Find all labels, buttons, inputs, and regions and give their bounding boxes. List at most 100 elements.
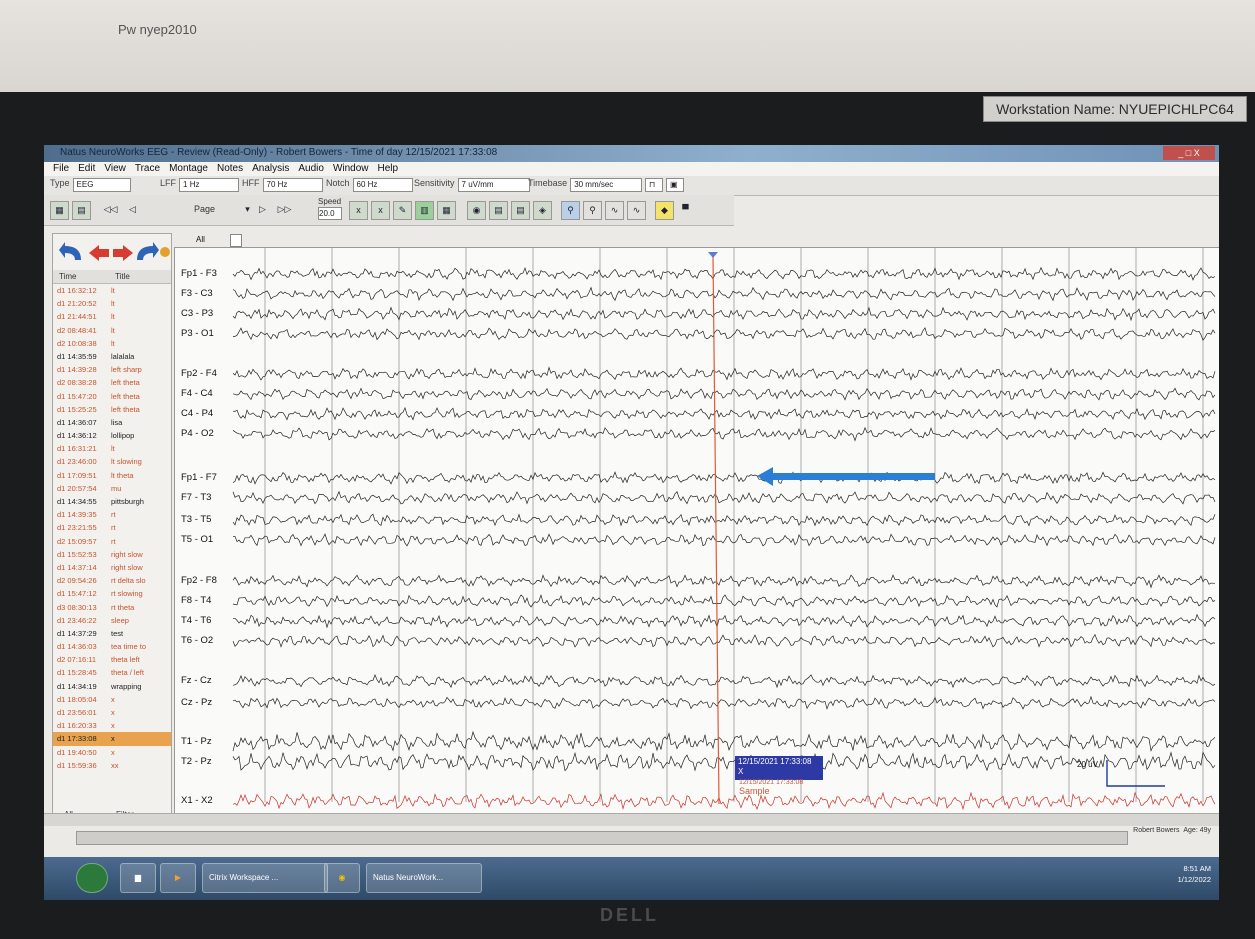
fast-forward-icon[interactable]: ▷▷ — [276, 201, 293, 218]
event-row[interactable]: d1 14:39:28 left sharp — [53, 363, 171, 376]
cursor-tool-icon[interactable]: x — [349, 201, 368, 220]
event-row[interactable]: d1 20:57:54 mu — [53, 482, 171, 495]
event-row[interactable]: d3 08:30:13 rt theta — [53, 601, 171, 614]
record-timeline[interactable] — [76, 831, 1128, 845]
menu-notes[interactable]: Notes — [217, 162, 243, 176]
event-row[interactable]: d1 14:35:59 lalalala — [53, 350, 171, 363]
lff-select[interactable]: 1 Hz — [179, 178, 240, 192]
explorer-icon[interactable]: ▆ — [120, 863, 156, 893]
event-row[interactable]: d1 19:40:50 x — [53, 746, 171, 759]
channel-label[interactable]: T1 - Pz — [181, 736, 212, 747]
window-controls[interactable]: _ □ X — [1163, 146, 1215, 160]
window-titlebar[interactable]: Natus NeuroWorks EEG - Review (Read-Only… — [44, 145, 1219, 162]
channel-label[interactable]: Fp2 - F4 — [181, 368, 217, 379]
event-row[interactable]: d1 18:05:04 x — [53, 693, 171, 706]
event-row[interactable]: d1 17:33:08 x — [53, 732, 171, 746]
channel-label[interactable]: T2 - Pz — [181, 756, 212, 767]
taskbar-citrix[interactable]: Citrix Workspace ... — [202, 863, 328, 893]
spike-icon[interactable]: ◈ — [533, 201, 552, 220]
print-icon[interactable]: ▤ — [489, 201, 508, 220]
menu-window[interactable]: Window — [333, 162, 369, 176]
channel-label[interactable]: F4 - C4 — [181, 388, 213, 399]
video-icon[interactable]: ◉ — [467, 201, 486, 220]
camera-icon[interactable]: ▣ — [666, 178, 684, 192]
channel-label[interactable]: F8 - T4 — [181, 595, 211, 606]
monitor-icon[interactable]: ▀ — [677, 201, 694, 218]
waveform-icon[interactable]: ∿ — [605, 201, 624, 220]
event-row[interactable]: d2 10:08:38 lt — [53, 337, 171, 350]
new-page-icon[interactable] — [230, 234, 242, 247]
event-row[interactable]: d1 15:47:20 left theta — [53, 390, 171, 403]
eeg-display[interactable]: Fp1 - F3 F3 - C3 C3 - P3 P3 - O1 Fp2 - F4 F4 … — [174, 247, 1219, 815]
event-row[interactable]: d1 21:20:52 lt — [53, 297, 171, 310]
event-row[interactable]: d1 23:46:22 sleep — [53, 614, 171, 627]
event-row[interactable]: d1 14:34:55 pittsburgh — [53, 495, 171, 508]
grid-icon[interactable]: ▦ — [437, 201, 456, 220]
event-row[interactable]: d1 14:37:14 right slow — [53, 561, 171, 574]
step-back-icon[interactable]: ◁ — [124, 201, 141, 218]
notch-select[interactable]: 60 Hz — [352, 178, 413, 192]
title-column-header[interactable]: Title — [115, 272, 130, 281]
event-row[interactable]: d1 15:25:25 left theta — [53, 403, 171, 416]
event-row[interactable]: d1 16:32:12 lt — [53, 284, 171, 297]
start-button[interactable] — [76, 863, 108, 893]
channel-label[interactable]: T3 - T5 — [181, 514, 211, 525]
event-table-header[interactable]: Time Title — [53, 270, 171, 284]
menu-montage[interactable]: Montage — [169, 162, 208, 176]
event-row[interactable]: d1 23:46:00 lt slowing — [53, 455, 171, 468]
zoom-out-icon[interactable]: ⚲ — [583, 201, 602, 220]
menu-audio[interactable]: Audio — [298, 162, 324, 176]
rewind-icon[interactable]: ◁◁ — [102, 201, 119, 218]
horizontal-scrollbar[interactable] — [44, 813, 1219, 826]
event-row[interactable]: d1 16:20:33 x — [53, 719, 171, 732]
event-row[interactable]: d1 14:36:12 lollipop — [53, 429, 171, 442]
time-column-header[interactable]: Time — [59, 272, 76, 281]
event-row[interactable]: d1 14:36:03 tea time to — [53, 640, 171, 653]
menu-trace[interactable]: Trace — [135, 162, 160, 176]
channel-label[interactable]: Fp2 - F8 — [181, 575, 217, 586]
play-icon[interactable]: ▷ — [254, 201, 271, 218]
event-row[interactable]: d1 14:37:29 test — [53, 627, 171, 640]
channel-label[interactable]: C3 - P3 — [181, 308, 213, 319]
event-row[interactable]: d2 08:38:28 left theta — [53, 376, 171, 389]
menu-view[interactable]: View — [104, 162, 126, 176]
channel-label[interactable]: Fz - Cz — [181, 675, 212, 686]
channel-label[interactable]: Cz - Pz — [181, 697, 212, 708]
event-row[interactable]: d2 08:48:41 lt — [53, 324, 171, 337]
event-row[interactable]: d1 14:34:19 wrapping — [53, 680, 171, 693]
channel-label[interactable]: Fp1 - F3 — [181, 268, 217, 279]
menu-help[interactable]: Help — [378, 162, 399, 176]
event-row[interactable]: d1 17:09:51 lt theta — [53, 469, 171, 482]
channel-label[interactable]: C4 - P4 — [181, 408, 213, 419]
hff-select[interactable]: 70 Hz — [262, 178, 323, 192]
taskbar-natus[interactable]: Natus NeuroWork... — [366, 863, 482, 893]
event-row[interactable]: d1 14:39:35 rt — [53, 508, 171, 521]
zoom-in-icon[interactable]: ⚲ — [561, 201, 580, 220]
note-icon[interactable]: ✎ — [393, 201, 412, 220]
event-row[interactable]: d2 07:16:11 theta left — [53, 653, 171, 666]
marker-icon[interactable]: ◆ — [655, 201, 674, 220]
menu-file[interactable]: File — [53, 162, 69, 176]
system-clock[interactable]: 8:51 AM 1/12/2022 — [1178, 863, 1211, 885]
event-row[interactable]: d2 09:54:26 rt delta slo — [53, 574, 171, 587]
eeg-tab-all[interactable]: All — [196, 235, 205, 244]
montage-icon[interactable]: ▦ — [50, 201, 69, 220]
measure-tool-icon[interactable]: x — [371, 201, 390, 220]
channel-label[interactable]: T5 - O1 — [181, 534, 213, 545]
export-icon[interactable]: ▤ — [511, 201, 530, 220]
channel-label[interactable]: T6 - O2 — [181, 635, 213, 646]
media-player-icon[interactable]: ▶ — [160, 863, 196, 893]
bracket-icon[interactable]: ⊓ — [645, 178, 663, 192]
sensitivity-select[interactable]: 7 uV/mm — [457, 178, 530, 192]
event-row[interactable]: d2 15:09:57 rt — [53, 535, 171, 548]
type-select[interactable]: EEG — [72, 178, 131, 192]
menu-edit[interactable]: Edit — [78, 162, 95, 176]
channel-label[interactable]: X1 - X2 — [181, 795, 213, 806]
event-popup[interactable]: 12/15/2021 17:33:08 X — [735, 756, 823, 780]
event-row[interactable]: d1 23:21:55 rt — [53, 521, 171, 534]
event-row[interactable]: d1 15:52:53 right slow — [53, 548, 171, 561]
channels-icon[interactable]: ▥ — [415, 201, 434, 220]
event-row[interactable]: d1 15:47:12 rt slowing — [53, 587, 171, 600]
channel-label[interactable]: F3 - C3 — [181, 288, 213, 299]
trend-icon[interactable]: ∿ — [627, 201, 646, 220]
